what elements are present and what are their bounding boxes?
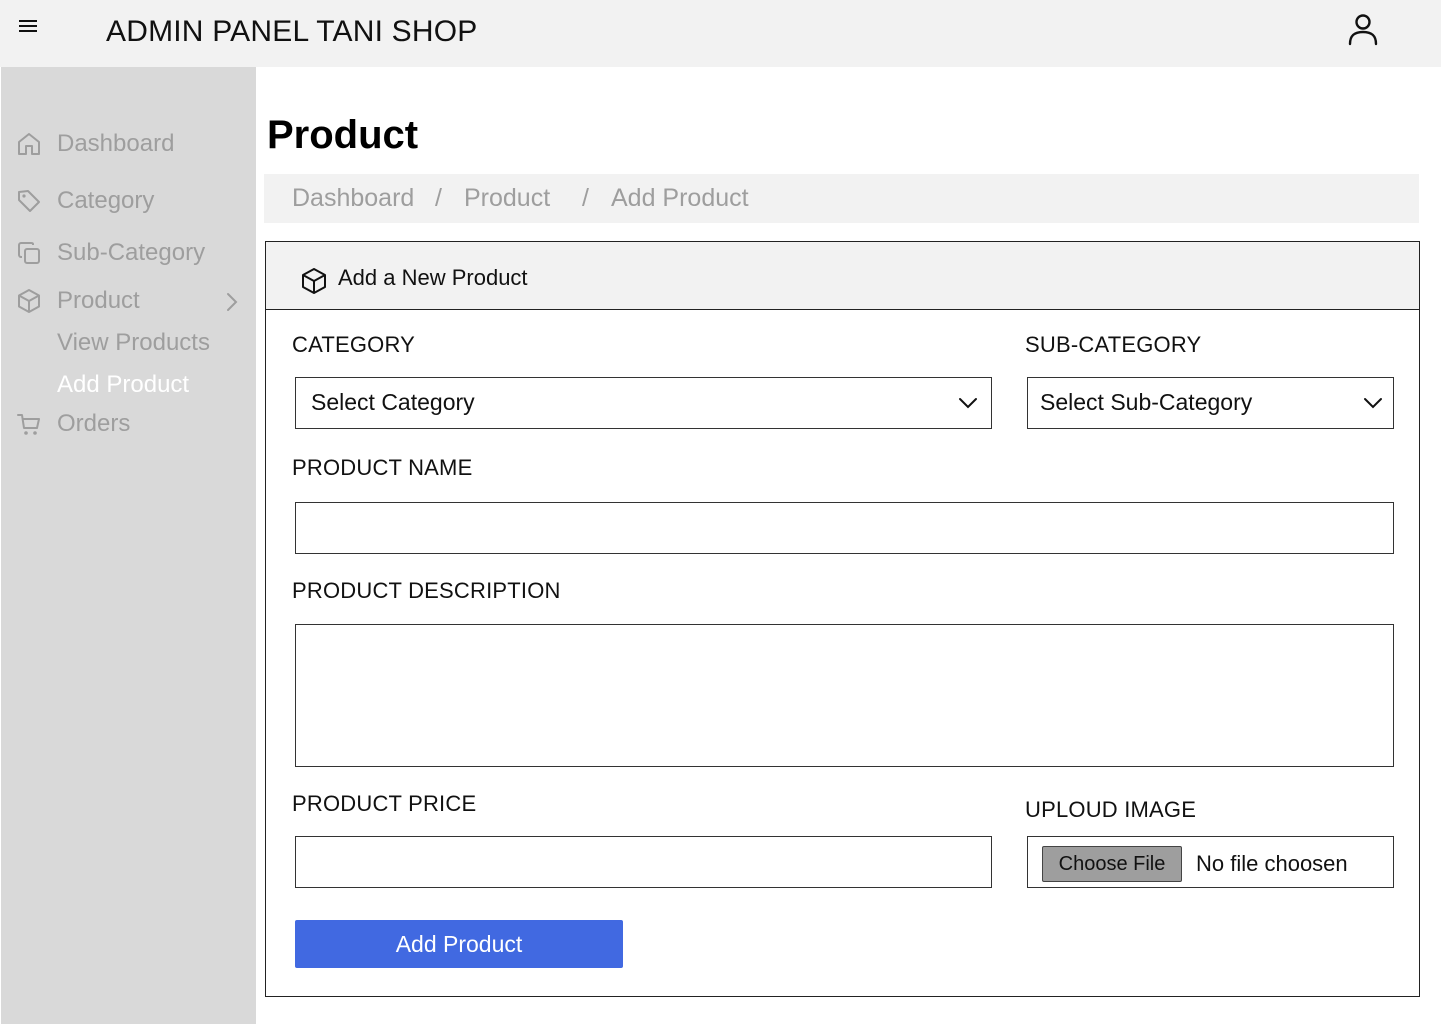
chevron-down-icon xyxy=(1364,398,1382,409)
copy-icon xyxy=(16,240,42,266)
box-icon xyxy=(302,268,326,294)
sidebar-item-product[interactable]: Product xyxy=(16,287,140,315)
breadcrumb-separator: / xyxy=(582,184,589,212)
home-icon xyxy=(16,131,42,157)
tag-icon xyxy=(16,188,42,214)
card-title: Add a New Product xyxy=(338,265,528,290)
app-title: ADMIN PANEL TANI SHOP xyxy=(106,15,478,48)
category-select[interactable]: Select Category xyxy=(295,377,992,429)
product-description-label: PRODUCT DESCRIPTION xyxy=(292,578,561,603)
sidebar-item-category[interactable]: Category xyxy=(16,187,154,215)
product-name-input[interactable] xyxy=(295,502,1394,554)
sidebar-item-sub-category[interactable]: Sub-Category xyxy=(16,239,205,267)
breadcrumb-product[interactable]: Product xyxy=(464,184,550,213)
sub-category-select[interactable]: Select Sub-Category xyxy=(1027,377,1394,429)
card-header: Add a New Product xyxy=(266,242,1419,310)
file-status: No file choosen xyxy=(1196,851,1348,876)
user-icon[interactable] xyxy=(1345,11,1381,47)
upload-image-field: Choose File No file choosen xyxy=(1027,836,1394,888)
box-icon xyxy=(16,288,42,314)
category-label: CATEGORY xyxy=(292,332,416,357)
sidebar-item-label: Category xyxy=(57,187,155,214)
page-title: Product xyxy=(267,113,419,157)
product-price-input[interactable] xyxy=(295,836,992,888)
sidebar-item-orders[interactable]: Orders xyxy=(16,410,130,438)
choose-file-button[interactable]: Choose File xyxy=(1042,846,1182,882)
sub-category-label: SUB-CATEGORY xyxy=(1025,332,1202,357)
breadcrumb: Dashboard / Product / Add Product xyxy=(264,174,1419,223)
chevron-right-icon[interactable] xyxy=(224,292,240,312)
sub-category-select-value: Select Sub-Category xyxy=(1040,389,1253,415)
breadcrumb-dashboard[interactable]: Dashboard xyxy=(292,184,414,213)
breadcrumb-separator: / xyxy=(435,184,442,212)
sidebar-subitem-view-products[interactable]: View Products xyxy=(57,329,210,357)
sidebar-item-label: Dashboard xyxy=(57,130,175,157)
cart-icon xyxy=(16,411,42,437)
sidebar-subitem-add-product[interactable]: Add Product xyxy=(57,371,189,399)
chevron-down-icon xyxy=(959,398,977,409)
breadcrumb-add-product: Add Product xyxy=(611,184,749,212)
sidebar-item-dashboard[interactable]: Dashboard xyxy=(16,130,174,158)
top-bar: ADMIN PANEL TANI SHOP xyxy=(0,0,1441,67)
product-name-label: PRODUCT NAME xyxy=(292,455,473,480)
hamburger-menu-icon[interactable] xyxy=(19,20,39,36)
product-price-label: PRODUCT PRICE xyxy=(292,791,477,816)
sidebar-item-label: Product xyxy=(57,287,140,314)
sidebar-item-label: Orders xyxy=(57,410,131,437)
category-select-value: Select Category xyxy=(311,389,475,415)
add-product-button[interactable]: Add Product xyxy=(295,920,623,968)
product-description-textarea[interactable] xyxy=(295,624,1394,767)
upload-image-label: UPLOUD IMAGE xyxy=(1025,797,1197,822)
sidebar-item-label: Sub-Category xyxy=(57,239,206,266)
